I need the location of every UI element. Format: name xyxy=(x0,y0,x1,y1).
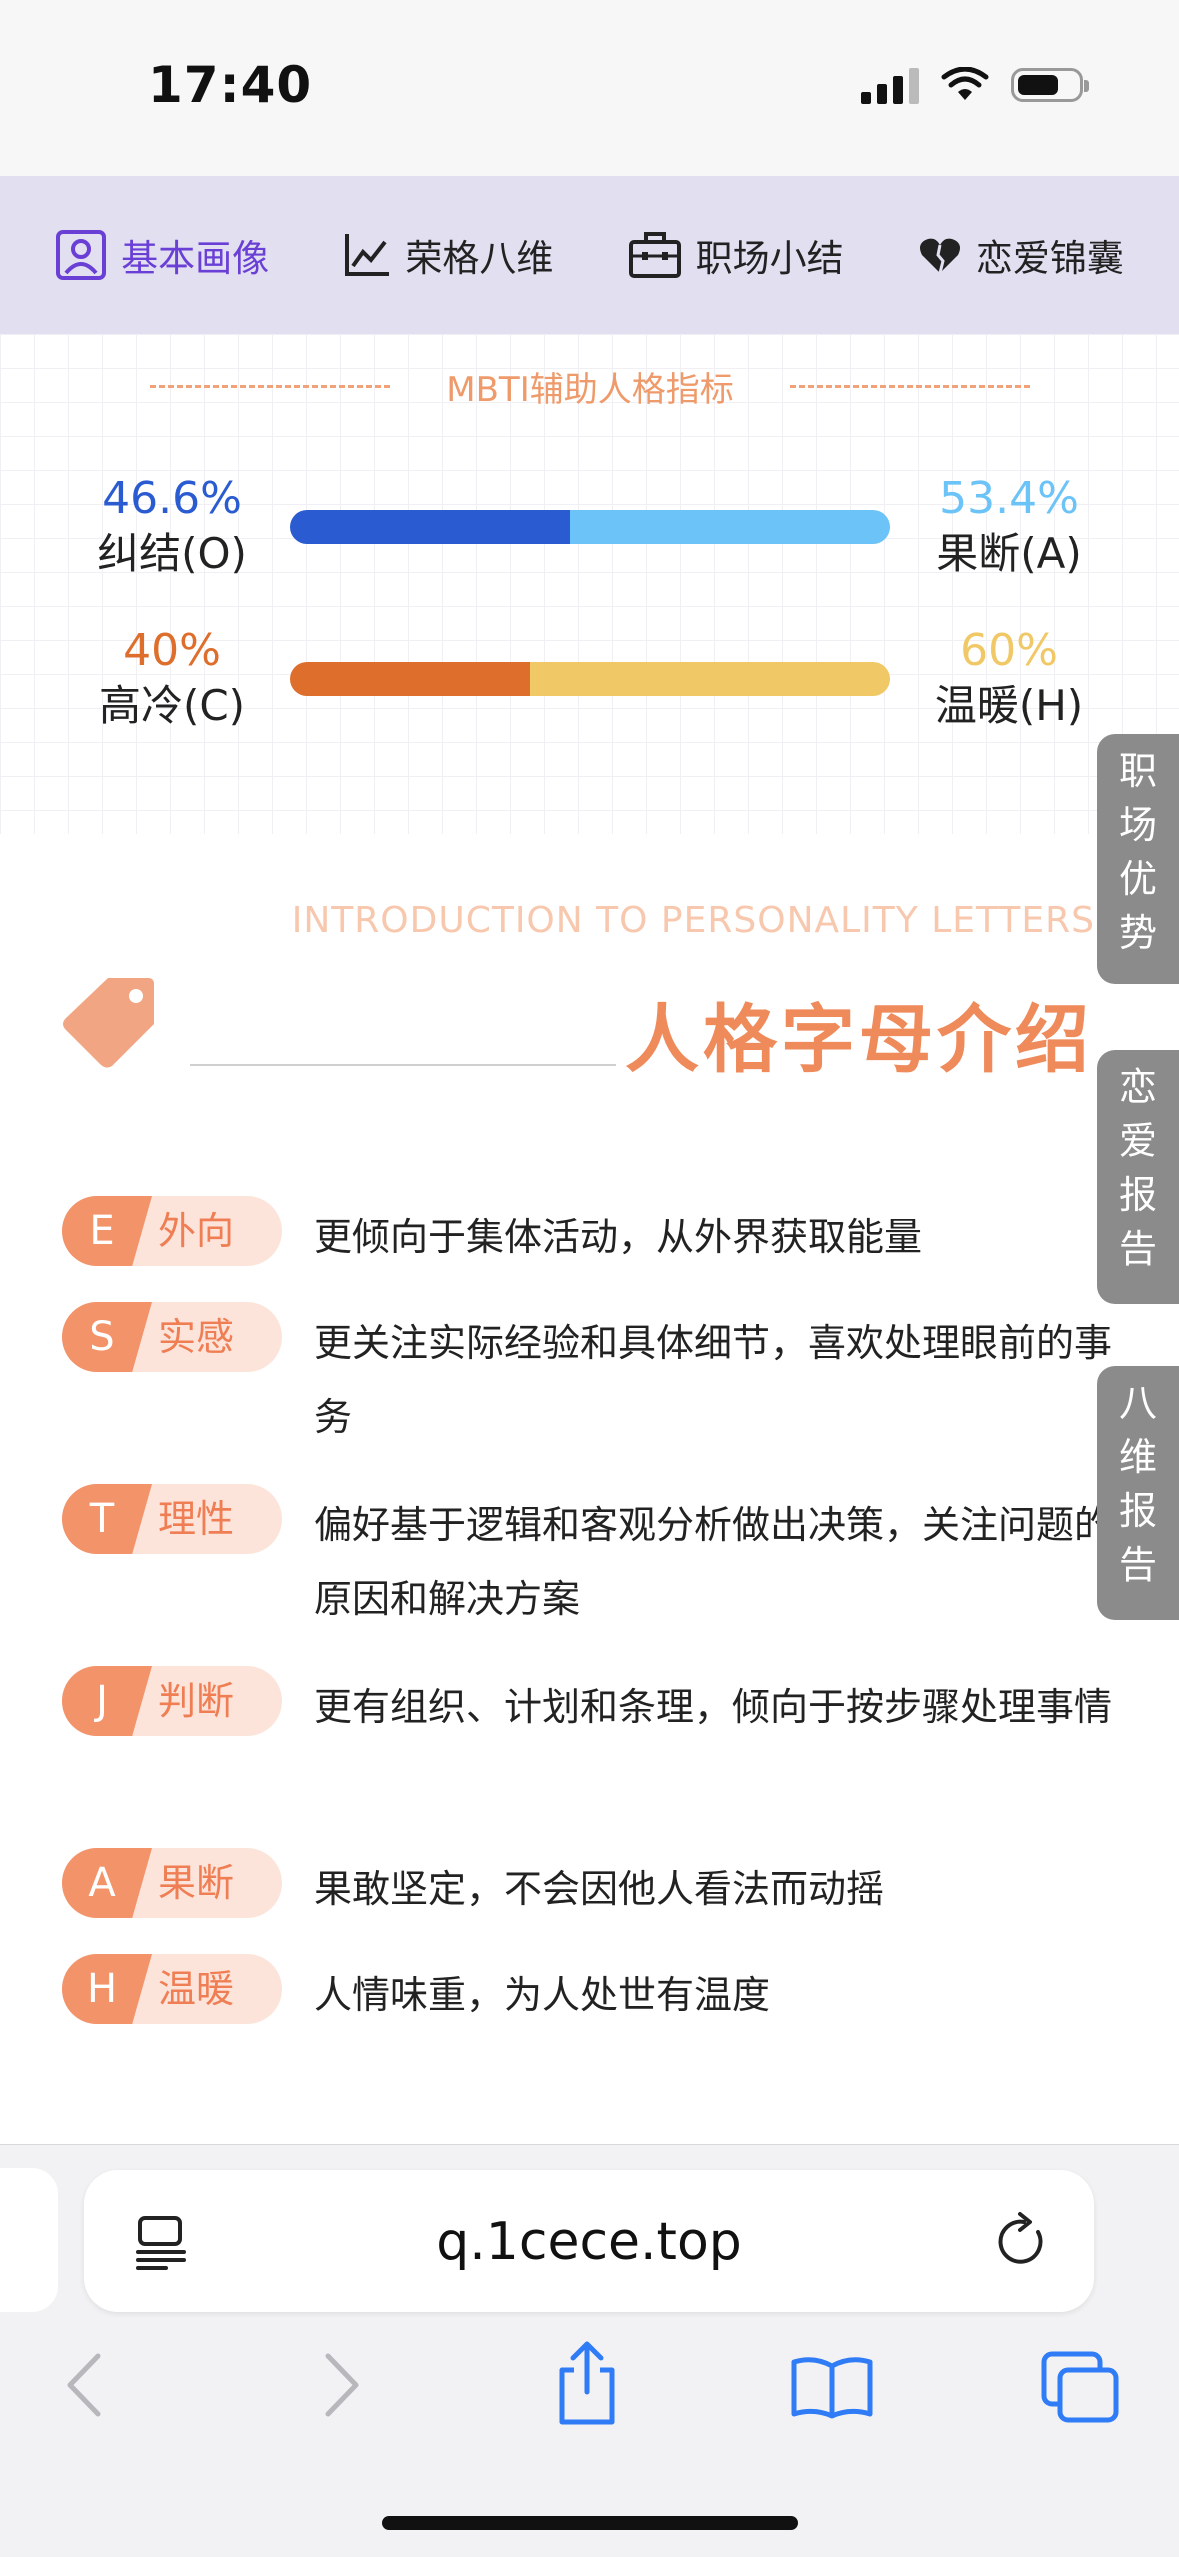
briefcase-icon xyxy=(628,232,681,278)
bookmarks-icon[interactable] xyxy=(790,2354,874,2420)
pill-word: 理性 xyxy=(158,1497,235,1541)
metric-left-label: 高冷(C) xyxy=(98,681,246,730)
share-icon[interactable] xyxy=(552,2340,622,2426)
metric-left-label: 纠结(O) xyxy=(97,529,247,578)
section-divider xyxy=(190,1064,616,1066)
tab-label: 荣格八维 xyxy=(405,237,554,280)
back-icon[interactable] xyxy=(64,2352,104,2418)
metric-left: 40% 高冷(C) xyxy=(72,624,272,734)
reload-icon[interactable] xyxy=(994,2210,1050,2270)
tab-label: 职场小结 xyxy=(695,237,844,280)
metric-bar-left xyxy=(290,662,530,696)
line-chart-icon xyxy=(345,234,390,276)
letter-description: 更关注实际经验和具体细节，喜欢处理眼前的事务 xyxy=(314,1321,1113,1439)
previous-tab-card[interactable] xyxy=(0,2168,58,2312)
tab-navigation: 基本画像 荣格八维 职场小结 恋爱锦囊 xyxy=(0,176,1179,334)
metric-bar xyxy=(290,662,890,696)
letter-pill: T 理性 xyxy=(62,1484,282,1554)
side-tab-label: 职场优势 xyxy=(1118,749,1157,955)
tab-basic-profile[interactable]: 基本画像 xyxy=(55,228,269,282)
metric-right: 53.4% 果断(A) xyxy=(909,472,1109,582)
metric-row: 40% 高冷(C) 60% 温暖(H) xyxy=(0,624,1179,764)
section-subtitle-en: INTRODUCTION TO PERSONALITY LETTERS xyxy=(291,900,1095,941)
side-tab-love-report[interactable]: 恋爱报告 xyxy=(1097,1050,1179,1304)
divider xyxy=(150,385,390,388)
letter-description: 更倾向于集体活动，从外界获取能量 xyxy=(314,1215,923,1259)
metric-right-label: 果断(A) xyxy=(936,529,1082,578)
letter-pill: S 实感 xyxy=(62,1302,282,1372)
letter-description: 人情味重，为人处世有温度 xyxy=(314,1973,771,2017)
metric-right-label: 温暖(H) xyxy=(934,681,1084,730)
side-tab-career-advantage[interactable]: 职场优势 xyxy=(1097,734,1179,984)
pill-letter: A xyxy=(62,1848,152,1918)
tab-label: 恋爱锦囊 xyxy=(975,237,1124,280)
pill-letter: T xyxy=(62,1484,152,1554)
metric-left-percent: 40% xyxy=(123,625,221,676)
metric-left-percent: 46.6% xyxy=(102,473,242,524)
url-text[interactable]: q.1cece.top xyxy=(84,2212,1094,2272)
pill-letter: H xyxy=(62,1954,152,2024)
address-bar[interactable]: q.1cece.top xyxy=(84,2170,1094,2312)
tag-icon xyxy=(63,978,154,1068)
tab-label: 基本画像 xyxy=(121,237,270,280)
letter-pill: J 判断 xyxy=(62,1666,282,1736)
metric-row: 46.6% 纠结(O) 53.4% 果断(A) xyxy=(0,472,1179,612)
letter-pill: E 外向 xyxy=(62,1196,282,1266)
pill-letter: J xyxy=(62,1666,152,1736)
pill-word: 果断 xyxy=(158,1861,235,1905)
mbti-title-row: MBTI辅助人格指标 xyxy=(150,362,1030,411)
letter-description: 偏好基于逻辑和客观分析做出决策，关注问题的原因和解决方案 xyxy=(314,1503,1113,1621)
side-tab-label: 恋爱报告 xyxy=(1118,1065,1157,1271)
pill-letter: E xyxy=(62,1196,152,1266)
forward-icon[interactable] xyxy=(322,2352,362,2418)
metric-right: 60% 温暖(H) xyxy=(909,624,1109,734)
status-icons xyxy=(861,66,1089,104)
pill-word: 温暖 xyxy=(158,1967,235,2011)
letter-pill: A 果断 xyxy=(62,1848,282,1918)
status-time: 17:40 xyxy=(148,56,313,114)
mbti-title: MBTI辅助人格指标 xyxy=(446,370,734,410)
pill-word: 外向 xyxy=(158,1209,235,1253)
cellular-signal-icon xyxy=(861,66,919,104)
battery-icon xyxy=(1011,68,1089,102)
tab-jung-eight[interactable]: 荣格八维 xyxy=(343,228,553,282)
tab-career-summary[interactable]: 职场小结 xyxy=(628,228,844,282)
pill-word: 实感 xyxy=(158,1315,235,1359)
pill-word: 判断 xyxy=(158,1679,235,1723)
metric-left: 46.6% 纠结(O) xyxy=(72,472,272,582)
metric-bar-right xyxy=(569,510,890,544)
divider xyxy=(790,385,1030,388)
metric-bar xyxy=(290,510,890,544)
metric-right-percent: 60% xyxy=(960,625,1058,676)
person-icon xyxy=(56,230,107,280)
metric-bar-right xyxy=(530,662,890,696)
browser-toolbar xyxy=(0,2340,1179,2440)
metric-bar-left xyxy=(290,510,570,544)
side-tab-label: 八维报告 xyxy=(1118,1381,1157,1587)
status-bar: 17:40 xyxy=(0,0,1179,176)
letter-description: 更有组织、计划和条理，倾向于按步骤处理事情 xyxy=(314,1685,1113,1729)
tabs-icon[interactable] xyxy=(1040,2350,1122,2424)
wifi-icon xyxy=(941,67,989,100)
letter-description: 果敢坚定，不会因他人看法而动摇 xyxy=(314,1867,885,1911)
pill-letter: S xyxy=(62,1302,152,1372)
letter-pill: H 温暖 xyxy=(62,1954,282,2024)
heart-icon xyxy=(919,238,960,274)
home-indicator xyxy=(382,2516,798,2530)
section-title: 人格字母介绍 xyxy=(625,997,1093,1083)
tab-love-tips[interactable]: 恋爱锦囊 xyxy=(918,228,1124,282)
side-tab-eight-dim-report[interactable]: 八维报告 xyxy=(1097,1366,1179,1620)
metric-right-percent: 53.4% xyxy=(939,473,1079,524)
